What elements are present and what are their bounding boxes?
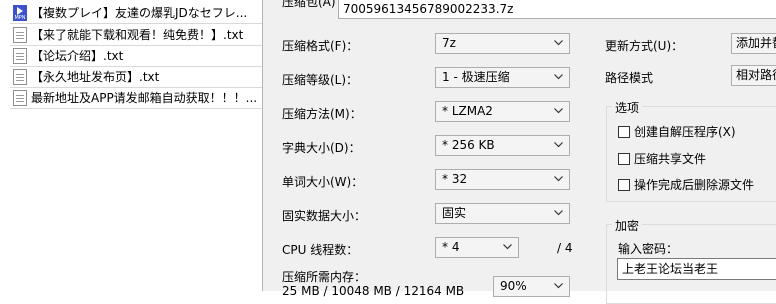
method-select[interactable]: * LZMA2 xyxy=(435,101,570,122)
chevron-down-icon xyxy=(554,108,563,114)
word-size-value: * 32 xyxy=(442,172,468,186)
update-mode-value: 添加并替 xyxy=(736,36,776,50)
password-input[interactable]: 上老王论坛当老王 xyxy=(617,258,776,280)
solid-block-select[interactable]: 固实 xyxy=(435,203,570,224)
delete-after-label: 操作完成后删除源文件 xyxy=(634,178,755,192)
update-mode-select[interactable]: 添加并替 xyxy=(731,33,776,54)
file-list: 【複数プレイ】友達の爆乳JDなセフレ... 【来了就能下载和观看！纯免费！】.t… xyxy=(0,0,262,291)
password-label: 输入密码： xyxy=(618,242,679,256)
archive-name-input[interactable]: 70059613456789002233.7z xyxy=(338,0,776,19)
video-file-icon xyxy=(13,4,27,21)
compress-shared-checkbox[interactable]: 压缩共享文件 xyxy=(618,150,706,167)
path-mode-value: 相对路径 xyxy=(736,68,776,82)
cpu-threads-select[interactable]: * 4 xyxy=(435,237,519,258)
file-name: 【论坛介绍】.txt xyxy=(31,49,124,63)
solid-block-label: 固实数据大小： xyxy=(282,209,367,223)
create-sfx-checkbox[interactable]: 创建自解压程序(X) xyxy=(618,123,736,140)
chevron-down-icon xyxy=(554,142,563,148)
memory-percent-select[interactable]: 90% xyxy=(493,276,570,297)
dictionary-size-value: * 256 KB xyxy=(442,138,495,152)
list-item[interactable]: 【複数プレイ】友達の爆乳JDなセフレ... xyxy=(10,2,262,24)
cpu-threads-value: * 4 xyxy=(442,240,460,254)
level-select[interactable]: 1 - 极速压缩 xyxy=(435,67,570,88)
level-value: 1 - 极速压缩 xyxy=(442,70,510,84)
encryption-title: 加密 xyxy=(612,217,643,234)
dictionary-size-label: 字典大小(D)： xyxy=(282,141,361,155)
word-size-select[interactable]: * 32 xyxy=(435,169,570,190)
path-mode-select[interactable]: 相对路径 xyxy=(731,65,776,86)
text-file-icon xyxy=(13,68,27,85)
create-sfx-label: 创建自解压程序(X) xyxy=(634,125,736,139)
list-item[interactable]: 【来了就能下载和观看！纯免费！】.txt xyxy=(10,24,262,46)
cpu-threads-label: CPU 线程数： xyxy=(282,243,359,257)
text-file-icon xyxy=(13,47,27,64)
checkbox-box[interactable] xyxy=(618,125,630,138)
format-value: 7z xyxy=(442,36,456,50)
method-value: * LZMA2 xyxy=(442,104,493,118)
cpu-threads-total: / 4 xyxy=(557,241,573,255)
checkbox-box[interactable] xyxy=(618,152,630,165)
word-size-label: 单词大小(W)： xyxy=(282,175,364,189)
chevron-down-icon xyxy=(554,74,563,80)
text-file-icon xyxy=(13,89,27,106)
list-item[interactable]: 【永久地址发布页】.txt xyxy=(10,66,262,88)
memory-label: 压缩所需内存： xyxy=(282,270,367,284)
chevron-down-icon xyxy=(503,244,512,250)
file-name: 【永久地址发布页】.txt xyxy=(31,70,160,84)
method-label: 压缩方法(M)： xyxy=(282,107,362,121)
dictionary-size-select[interactable]: * 256 KB xyxy=(435,135,570,156)
format-label: 压缩格式(F)： xyxy=(282,39,359,53)
memory-usage-value: 25 MB / 10048 MB / 12164 MB xyxy=(282,284,465,298)
text-file-icon xyxy=(13,26,27,43)
solid-block-value: 固实 xyxy=(442,206,467,220)
chevron-down-icon xyxy=(554,176,563,182)
path-mode-label: 路径模式 xyxy=(605,71,654,85)
checkbox-box[interactable] xyxy=(618,178,630,191)
file-name: 【来了就能下载和观看！纯免费！】.txt xyxy=(31,28,244,42)
list-item[interactable]: 最新地址及APP请发邮箱自动获取！！！... xyxy=(10,87,262,109)
delete-after-checkbox[interactable]: 操作完成后删除源文件 xyxy=(618,176,754,193)
chevron-down-icon xyxy=(554,210,563,216)
format-select[interactable]: 7z xyxy=(435,33,570,54)
level-label: 压缩等级(L)： xyxy=(282,73,359,87)
update-mode-label: 更新方式(U)： xyxy=(605,39,684,53)
file-name: 【複数プレイ】友達の爆乳JDなセフレ... xyxy=(31,6,248,20)
chevron-down-icon xyxy=(554,40,563,46)
compress-shared-label: 压缩共享文件 xyxy=(634,152,707,166)
archive-label: 压缩包(A) xyxy=(282,0,336,9)
list-item[interactable]: 【论坛介绍】.txt xyxy=(10,45,262,67)
options-title: 选项 xyxy=(612,99,643,116)
file-name: 最新地址及APP请发邮箱自动获取！！！... xyxy=(31,91,258,105)
add-to-archive-dialog: 压缩包(A) 70059613456789002233.7z 压缩格式(F)： … xyxy=(262,0,776,304)
chevron-down-icon xyxy=(554,283,563,289)
